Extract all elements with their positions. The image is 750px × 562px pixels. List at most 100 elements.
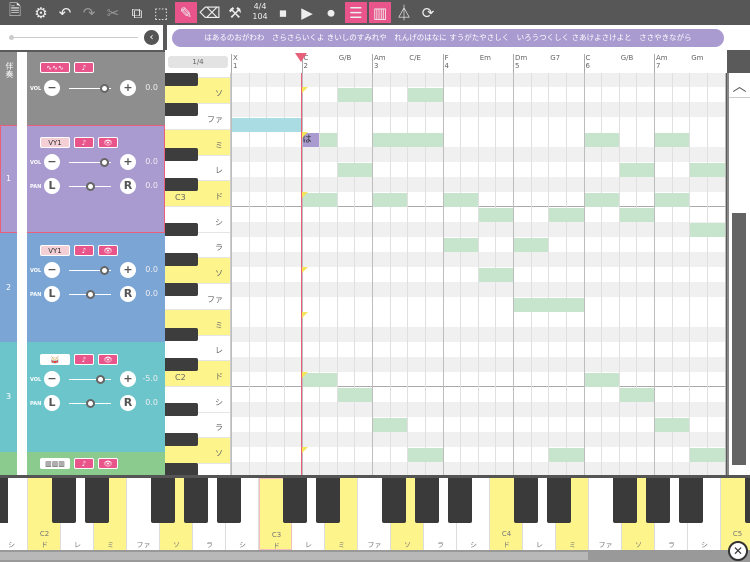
note[interactable] xyxy=(655,418,689,432)
keyboard-black-key[interactable] xyxy=(547,478,571,523)
piano-roll-grid[interactable]: は xyxy=(231,73,726,475)
note[interactable] xyxy=(514,298,584,312)
visibility-eye-button[interactable]: 👁 xyxy=(98,137,118,148)
stop-icon[interactable]: ⏹ xyxy=(272,2,294,23)
black-key[interactable] xyxy=(165,433,198,446)
black-key[interactable] xyxy=(165,328,198,341)
keyboard-black-key[interactable] xyxy=(646,478,670,523)
volume-down-button[interactable]: − xyxy=(44,262,60,278)
keyboard-black-key[interactable] xyxy=(613,478,637,523)
instrument-button[interactable]: VY1 xyxy=(40,137,70,148)
note-settings-button[interactable]: ♪ xyxy=(74,354,94,365)
horizontal-scrollbar[interactable] xyxy=(0,550,750,562)
note[interactable] xyxy=(373,133,443,147)
track-3[interactable]: 3🥁♪👁VOL−+-5.0PANLR0.0 xyxy=(0,342,165,452)
new-song-icon[interactable]: 🗎 xyxy=(4,2,26,23)
keyboard-black-key[interactable] xyxy=(151,478,175,523)
pan-left-button[interactable]: L xyxy=(44,395,60,411)
playhead-handle-icon[interactable] xyxy=(295,53,307,62)
record-icon[interactable]: ⏺ xyxy=(320,2,342,23)
black-key[interactable] xyxy=(165,463,198,475)
volume-slider[interactable] xyxy=(69,379,111,380)
select-range-icon[interactable]: ⬚ xyxy=(150,2,172,23)
keyboard-black-key[interactable] xyxy=(745,478,750,523)
keyboard-black-key[interactable] xyxy=(679,478,703,523)
chord-label[interactable]: Em xyxy=(480,54,491,62)
track-view-icon[interactable]: ☰ xyxy=(345,2,367,23)
chord-label[interactable]: Am7 xyxy=(656,54,668,70)
note[interactable] xyxy=(408,88,442,102)
note[interactable] xyxy=(655,193,689,207)
note[interactable] xyxy=(408,448,442,462)
undo-icon[interactable]: ↶ xyxy=(54,2,76,23)
keyboard-black-key[interactable] xyxy=(184,478,208,523)
note[interactable] xyxy=(338,88,372,102)
note[interactable] xyxy=(585,373,619,387)
vertical-scrollbar[interactable]: ︿ xyxy=(727,73,750,475)
pan-slider-knob[interactable] xyxy=(86,290,95,299)
time-signature-tempo[interactable]: 4/4104 xyxy=(250,2,270,22)
scrollbar-thumb[interactable] xyxy=(732,213,746,465)
visibility-eye-button[interactable]: 👁 xyxy=(98,458,118,469)
note[interactable] xyxy=(303,373,337,387)
pan-left-button[interactable]: L xyxy=(44,286,60,302)
note[interactable] xyxy=(320,133,337,147)
volume-slider-knob[interactable] xyxy=(100,266,109,275)
note[interactable] xyxy=(690,223,724,237)
keyboard-black-key[interactable] xyxy=(382,478,406,523)
track-0[interactable]: 伴奏∿∿∿♪VOL−+0.0 xyxy=(0,52,165,125)
pan-slider-knob[interactable] xyxy=(86,399,95,408)
note[interactable] xyxy=(690,448,724,462)
play-icon[interactable]: ▶ xyxy=(296,2,318,23)
instrument-button[interactable]: ∿∿∿ xyxy=(40,62,70,73)
note[interactable] xyxy=(373,418,407,432)
note[interactable] xyxy=(303,193,337,207)
visibility-eye-button[interactable]: 👁 xyxy=(98,354,118,365)
volume-down-button[interactable]: − xyxy=(44,80,60,96)
note[interactable] xyxy=(690,163,724,177)
note[interactable] xyxy=(444,193,478,207)
chord-label[interactable]: Gm xyxy=(691,54,703,62)
close-keyboard-button[interactable]: ✕ xyxy=(728,541,748,561)
note-settings-button[interactable]: ♪ xyxy=(74,62,94,73)
black-key[interactable] xyxy=(165,403,198,416)
keyboard-black-key[interactable] xyxy=(448,478,472,523)
black-key[interactable] xyxy=(165,253,198,266)
chord-label[interactable]: Dm5 xyxy=(515,54,527,70)
chord-label[interactable]: G7 xyxy=(550,54,560,62)
instrument-button[interactable]: VY1 xyxy=(40,245,70,256)
chord-label[interactable]: C6 xyxy=(586,54,591,70)
keyboard-black-key[interactable] xyxy=(514,478,538,523)
copy-selection-icon[interactable]: ⧉ xyxy=(126,2,148,23)
note-settings-button[interactable]: ♪ xyxy=(74,137,94,148)
metronome-icon[interactable]: ⏃ xyxy=(393,2,415,23)
note[interactable] xyxy=(232,118,302,132)
collapse-panel-button[interactable]: ‹ xyxy=(144,30,159,45)
chord-label[interactable]: G/B xyxy=(621,54,634,62)
black-key[interactable] xyxy=(165,283,198,296)
note[interactable] xyxy=(620,208,654,222)
note[interactable] xyxy=(479,208,513,222)
visibility-eye-button[interactable]: 👁 xyxy=(98,245,118,256)
chord-label[interactable]: X1 xyxy=(233,54,238,70)
note-settings-button[interactable]: ♪ xyxy=(74,245,94,256)
black-key[interactable] xyxy=(165,103,198,116)
black-key[interactable] xyxy=(165,178,198,191)
eraser-tool-icon[interactable]: ⌫ xyxy=(199,2,221,23)
volume-down-button[interactable]: − xyxy=(44,154,60,170)
volume-down-button[interactable]: − xyxy=(44,371,60,387)
keyboard-black-key[interactable] xyxy=(52,478,76,523)
black-key[interactable] xyxy=(165,148,198,161)
black-key[interactable] xyxy=(165,73,198,86)
pan-slider-knob[interactable] xyxy=(86,182,95,191)
chord-label[interactable]: Am3 xyxy=(374,54,386,70)
instrument-button[interactable]: ▥▥▥ xyxy=(40,458,70,469)
slider-knob[interactable] xyxy=(9,35,14,40)
note[interactable] xyxy=(585,133,619,147)
note[interactable] xyxy=(655,133,689,147)
chord-label[interactable]: F4 xyxy=(445,54,449,70)
pencil-tool-icon[interactable]: ✎ xyxy=(175,2,197,23)
track-2[interactable]: 2VY1♪👁VOL−+0.0PANLR0.0 xyxy=(0,233,165,342)
grid-zoom-button[interactable]: 1/4 xyxy=(168,56,228,68)
note[interactable] xyxy=(620,388,654,402)
